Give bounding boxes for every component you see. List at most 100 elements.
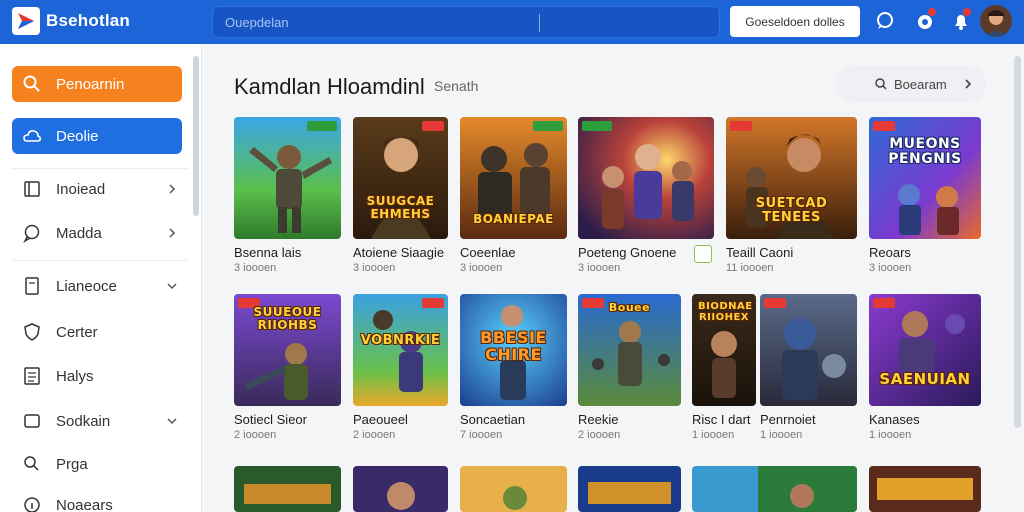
sidebar-item-label: Penoarnin [56, 75, 125, 93]
game-thumbnail[interactable] [234, 117, 341, 239]
thumbnail-tag [764, 298, 786, 308]
list-icon [24, 367, 40, 385]
thumbnail-title: VOBNRKIE [360, 333, 441, 348]
game-thumbnail[interactable]: BOANIEPAE [460, 117, 567, 239]
sidebar-item-2[interactable]: Inoiead [12, 171, 182, 207]
page-subtitle: Senath [434, 78, 479, 94]
game-title: Soncaetian [460, 412, 526, 427]
game-thumbnail[interactable] [578, 117, 714, 239]
game-thumbnail[interactable] [460, 466, 567, 512]
search-icon [23, 75, 40, 92]
sidebar-item-6[interactable]: Halys [12, 358, 182, 394]
chat-icon [23, 224, 40, 243]
sidebar-item-label: Sodkain [56, 412, 111, 430]
game-thumbnail[interactable]: BIODNAE RIIOHEX [692, 294, 756, 406]
game-title: Reekie [578, 412, 619, 427]
game-thumbnail[interactable]: SUETCAD TENEES [726, 117, 857, 239]
game-thumbnail[interactable] [760, 294, 857, 406]
sidebar-item-1[interactable]: Deolie [12, 118, 182, 154]
app-brand[interactable]: Bsehotlan [46, 11, 130, 31]
thumbnail-tag [533, 121, 563, 131]
shield-icon [24, 323, 40, 341]
sidebar-item-7[interactable]: Sodkain [12, 403, 182, 439]
game-thumbnail[interactable]: Bouee [578, 294, 681, 406]
thumbnail-title: SAENUIAN [879, 370, 971, 388]
page-title: Kamdlan Hloamdinl [234, 74, 425, 99]
chevron-right-icon [965, 79, 972, 89]
thumbnail-title: BIODNAE RIIOHEX [698, 301, 753, 323]
sidebar-item-label: Madda [56, 224, 102, 242]
info-icon [24, 497, 40, 512]
game-meta: 11 ioooen [726, 262, 774, 274]
logo-icon[interactable] [12, 7, 40, 35]
thumbnail-title: BOANIEPAE [473, 212, 554, 226]
sidebar-scrollbar[interactable] [193, 56, 199, 216]
thumbnail-title: SUUGCAE EHMEHS [366, 194, 435, 221]
sidebar-item-label: Certer [56, 323, 98, 341]
thumbnail-title: BBESIE CHIRE [480, 328, 547, 364]
search-icon [875, 78, 887, 90]
game-title: Paeoueel [353, 412, 408, 427]
sidebar-item-9[interactable]: Noaears [12, 487, 182, 512]
game-meta: 3 ioooen [578, 262, 621, 274]
thumbnail-tag [873, 298, 895, 308]
game-thumbnail[interactable]: MUEONS PENGNIS [869, 117, 981, 239]
game-title: Bsenna lais [234, 245, 302, 260]
document-icon [25, 277, 39, 295]
game-thumbnail[interactable]: BBESIE CHIRE [460, 294, 567, 406]
game-title: Poeteng Gnoene [578, 245, 677, 260]
chevron-right-icon [169, 184, 176, 194]
user-avatar[interactable] [980, 5, 1012, 37]
sidebar-item-5[interactable]: Certer [12, 314, 182, 350]
game-thumbnail[interactable] [692, 466, 857, 512]
search-icon [24, 456, 39, 471]
top-action-button[interactable]: Goeseldoen dolles [730, 6, 860, 37]
sidebar-item-3[interactable]: Madda [12, 215, 182, 251]
main-content: Kamdlan Hloamdinl Senath Boearam [204, 44, 1020, 512]
search-cursor [539, 14, 540, 32]
cloud-icon [23, 130, 42, 142]
game-thumbnail[interactable]: SUUGCAE EHMEHS [353, 117, 448, 239]
game-meta: 3 ioooen [353, 262, 396, 274]
search-input[interactable]: Ouepdelan [212, 6, 720, 38]
filter-button-label: Boearam [894, 76, 947, 92]
sidebar-item-label: Halys [56, 367, 94, 385]
main-scrollbar[interactable] [1014, 56, 1021, 428]
top-bar: Bsehotlan Ouepdelan Goeseldoen dolles [0, 0, 1024, 44]
game-meta: 1 ioooen [692, 429, 735, 441]
sidebar: Penoarnin Deolie Inoiead Madda Lianeoce … [0, 44, 202, 512]
filter-button[interactable]: Boearam [836, 66, 986, 102]
game-title: Penrnoiet [760, 412, 816, 427]
game-title: Risc I dart [692, 412, 751, 427]
game-title: Teaill Caoni [726, 245, 794, 260]
sidebar-item-label: Deolie [56, 127, 99, 145]
sidebar-item-4[interactable]: Lianeoce [12, 268, 182, 304]
game-meta: 2 ioooen [353, 429, 396, 441]
bell-badge [963, 8, 971, 16]
chat-icon[interactable] [874, 10, 896, 32]
thumbnail-title: SUETCAD TENEES [755, 196, 828, 225]
sidebar-item-8[interactable]: Prga [12, 446, 182, 482]
game-meta: 7 ioooen [460, 429, 503, 441]
sidebar-divider [12, 260, 188, 261]
game-thumbnail[interactable] [234, 466, 341, 512]
thumbnail-tag [422, 298, 444, 308]
game-thumbnail[interactable] [869, 466, 981, 512]
box-icon [24, 414, 40, 428]
sidebar-item-label: Lianeoce [56, 277, 117, 295]
chevron-down-icon [167, 418, 177, 425]
chevron-right-icon [169, 228, 176, 238]
game-thumbnail[interactable]: SAENUIAN [869, 294, 981, 406]
game-meta: 3 ioooen [869, 262, 912, 274]
game-thumbnail[interactable]: VOBNRKIE [353, 294, 448, 406]
thumbnail-title: Bouee [608, 301, 651, 314]
game-thumbnail[interactable]: SUUEOUE RIIOHBS [234, 294, 341, 406]
game-thumbnail[interactable] [578, 466, 681, 512]
thumbnail-tag [307, 121, 337, 131]
thumbnail-tag [422, 121, 444, 131]
game-thumbnail[interactable] [353, 466, 448, 512]
game-title: Reoars [869, 245, 911, 260]
game-title: Sotiecl Sieor [234, 412, 307, 427]
sidebar-item-0[interactable]: Penoarnin [12, 66, 182, 102]
chevron-down-icon [167, 283, 177, 290]
